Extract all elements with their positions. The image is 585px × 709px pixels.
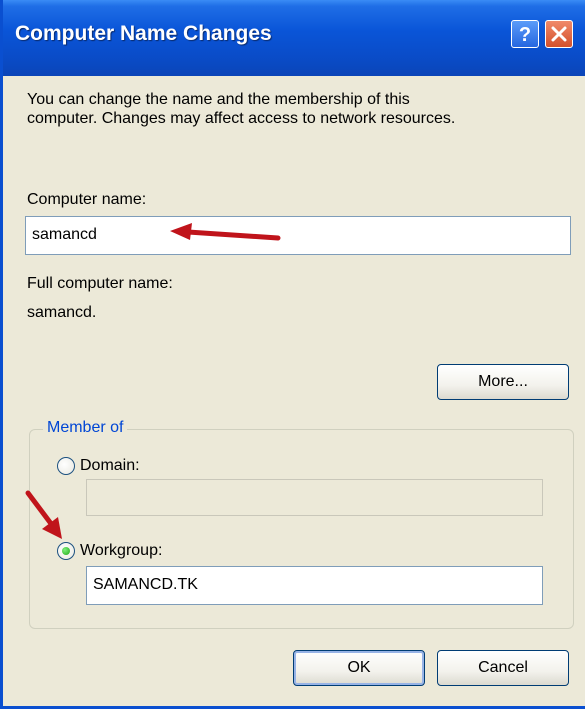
window-title: Computer Name Changes bbox=[15, 22, 272, 45]
workgroup-label[interactable]: Workgroup: bbox=[80, 541, 162, 561]
dialog-body: You can change the name and the membersh… bbox=[6, 76, 585, 706]
close-icon bbox=[551, 26, 567, 42]
workgroup-input[interactable]: SAMANCD.TK bbox=[86, 566, 543, 605]
full-name-label: Full computer name: bbox=[27, 275, 173, 292]
cancel-button[interactable]: Cancel bbox=[437, 650, 569, 686]
svg-text:?: ? bbox=[519, 24, 531, 45]
description-line-1: You can change the name and the membersh… bbox=[27, 91, 410, 108]
computer-name-label: Computer name: bbox=[27, 191, 147, 208]
domain-input[interactable] bbox=[86, 479, 543, 516]
red-arrow-icon bbox=[170, 223, 281, 241]
radio-selected-dot bbox=[62, 547, 70, 555]
domain-radio[interactable] bbox=[57, 457, 75, 475]
ok-button[interactable]: OK bbox=[293, 650, 425, 686]
full-name-value: samancd. bbox=[27, 304, 97, 321]
red-arrow-icon bbox=[25, 490, 62, 539]
dialog-window: Computer Name Changes ? You can change t… bbox=[0, 0, 585, 709]
member-of-legend: Member of bbox=[43, 419, 128, 437]
domain-label[interactable]: Domain: bbox=[80, 456, 140, 476]
help-button[interactable]: ? bbox=[511, 20, 539, 48]
title-bar[interactable]: Computer Name Changes ? bbox=[3, 0, 585, 76]
description-line-2: computer. Changes may affect access to n… bbox=[27, 110, 456, 127]
help-icon: ? bbox=[519, 24, 531, 45]
workgroup-radio[interactable] bbox=[57, 542, 75, 560]
computer-name-input[interactable]: samancd bbox=[25, 216, 571, 255]
close-button[interactable] bbox=[545, 20, 573, 48]
more-button[interactable]: More... bbox=[437, 364, 569, 400]
